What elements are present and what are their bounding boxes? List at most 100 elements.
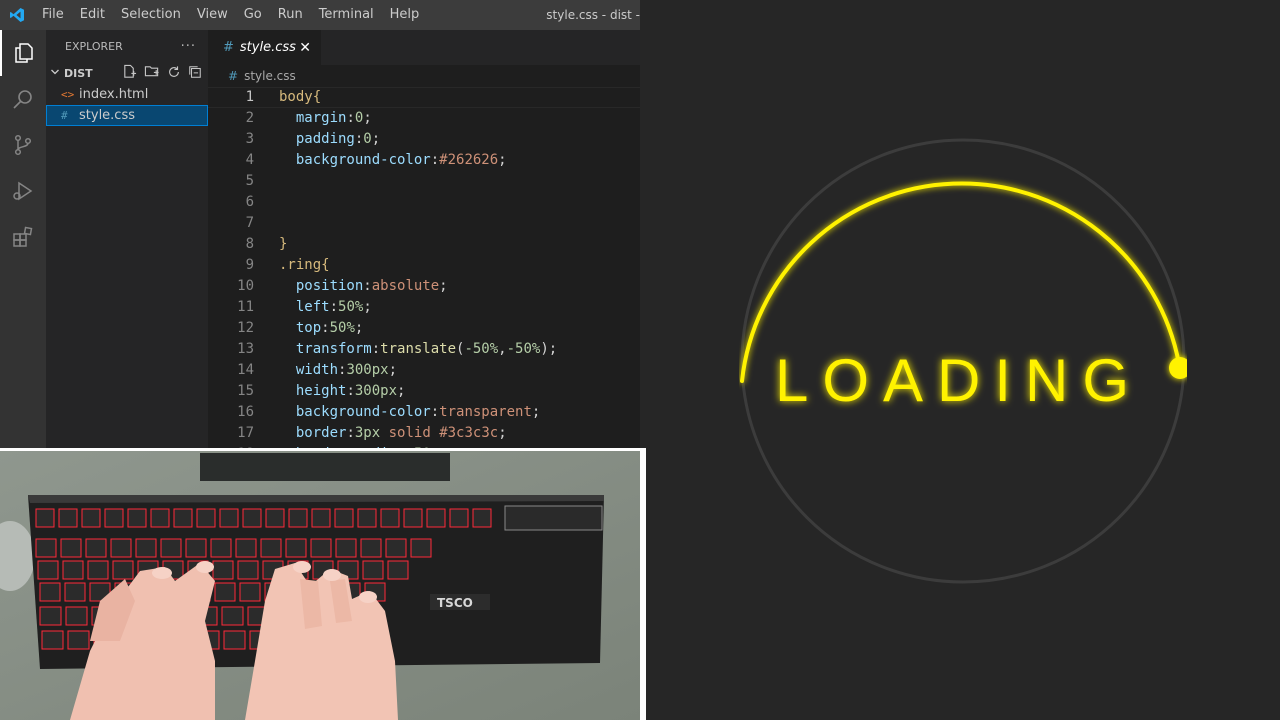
- keyboard-key: [65, 606, 88, 626]
- new-file-icon[interactable]: [122, 64, 137, 82]
- code-line[interactable]: 12 top:50%;: [208, 318, 640, 339]
- line-content: .ring{: [279, 257, 330, 273]
- search-icon[interactable]: [0, 76, 46, 122]
- keyboard-key: [127, 508, 147, 528]
- code-line[interactable]: 16 background-color:transparent;: [208, 402, 640, 423]
- files-icon[interactable]: [0, 30, 46, 76]
- file-index-html[interactable]: <> index.html: [46, 84, 208, 105]
- explorer-header: EXPLORER ···: [46, 30, 208, 62]
- tab-style-css[interactable]: # style.css ✕: [208, 30, 321, 65]
- code-line[interactable]: 2 margin:0;: [208, 108, 640, 129]
- keyboard-key: [135, 538, 157, 558]
- line-number: 10: [237, 278, 254, 294]
- code-line[interactable]: 7: [208, 213, 640, 234]
- code-line[interactable]: 10 position:absolute;: [208, 276, 640, 297]
- keyboard-key: [39, 582, 61, 602]
- keyboard-key: [210, 538, 232, 558]
- breadcrumb-label: style.css: [244, 69, 296, 83]
- editor-area: # style.css ✕ # style.css 1 body{2 margin…: [208, 30, 640, 450]
- close-icon[interactable]: ✕: [299, 40, 311, 56]
- line-content: [254, 192, 279, 213]
- explorer-sidebar: EXPLORER ··· DIST <> index.html # style.…: [46, 30, 208, 450]
- line-content: body{: [279, 89, 322, 105]
- menu-edit[interactable]: Edit: [72, 0, 113, 30]
- line-content: background-color:transparent;: [279, 404, 541, 420]
- collapse-all-icon[interactable]: [188, 65, 202, 82]
- keyboard-key: [37, 560, 59, 580]
- code-line[interactable]: 14 width:300px;: [208, 360, 640, 381]
- breadcrumb[interactable]: # style.css: [208, 65, 640, 87]
- keyboard-key: [110, 538, 132, 558]
- line-number: 11: [237, 299, 254, 315]
- keyboard-key: [85, 538, 107, 558]
- code-line[interactable]: 9 .ring{: [208, 255, 640, 276]
- code-line[interactable]: 13 transform:translate(-50%,-50%);: [208, 339, 640, 360]
- code-line[interactable]: 4 background-color:#262626;: [208, 150, 640, 171]
- run-debug-icon[interactable]: [0, 168, 46, 214]
- loading-preview: LOADING: [646, 0, 1280, 720]
- menu-bar: File Edit Selection View Go Run Terminal…: [34, 0, 427, 30]
- line-content: [254, 171, 279, 192]
- keyboard-key: [380, 508, 400, 528]
- code-line[interactable]: 15 height:300px;: [208, 381, 640, 402]
- menu-help[interactable]: Help: [382, 0, 428, 30]
- line-content: }: [279, 236, 288, 252]
- vscode-logo-icon: [0, 0, 34, 30]
- line-number: 3: [245, 131, 254, 147]
- code-line[interactable]: 6: [208, 192, 640, 213]
- code-line[interactable]: 5: [208, 171, 640, 192]
- keyboard-key: [104, 508, 124, 528]
- line-content: height:300px;: [279, 383, 406, 399]
- activity-bar: [0, 30, 46, 450]
- menu-file[interactable]: File: [34, 0, 72, 30]
- keyboard-key: [387, 560, 409, 580]
- keyboard-key: [81, 508, 101, 528]
- menu-view[interactable]: View: [189, 0, 236, 30]
- code-line[interactable]: 3 padding:0;: [208, 129, 640, 150]
- loading-text: LOADING: [775, 347, 1143, 414]
- keyboard-key: [221, 606, 244, 626]
- menu-go[interactable]: Go: [236, 0, 270, 30]
- keyboard-key: [242, 508, 262, 528]
- code-line[interactable]: 8}: [208, 234, 640, 255]
- refresh-icon[interactable]: [167, 65, 181, 82]
- vscode-window: File Edit Selection View Go Run Terminal…: [0, 0, 640, 450]
- menu-run[interactable]: Run: [270, 0, 311, 30]
- code-line[interactable]: 17 border:3px solid #3c3c3c;: [208, 423, 640, 444]
- more-actions-icon[interactable]: ···: [181, 39, 196, 54]
- line-content: border:3px solid #3c3c3c;: [279, 425, 507, 441]
- keyboard-key: [67, 630, 90, 650]
- line-number: 2: [245, 110, 254, 126]
- keyboard-key: [449, 508, 469, 528]
- extensions-icon[interactable]: [0, 214, 46, 260]
- keyboard-key: [360, 538, 382, 558]
- line-content: top:50%;: [279, 320, 364, 336]
- webcam-overlay: TSCO: [0, 448, 646, 720]
- code-line[interactable]: 11 left:50%;: [208, 297, 640, 318]
- keyboard-key: [223, 630, 246, 650]
- source-control-icon[interactable]: [0, 122, 46, 168]
- menu-terminal[interactable]: Terminal: [311, 0, 382, 30]
- folder-dist[interactable]: DIST: [46, 62, 208, 84]
- title-bar: File Edit Selection View Go Run Terminal…: [0, 0, 640, 30]
- line-number: 14: [237, 362, 254, 378]
- line-number: 16: [237, 404, 254, 420]
- file-style-css[interactable]: # style.css: [46, 105, 208, 126]
- line-number: 17: [237, 425, 254, 441]
- keyboard-key: [335, 538, 357, 558]
- menu-selection[interactable]: Selection: [113, 0, 189, 30]
- keyboard-key: [35, 538, 57, 558]
- new-folder-icon[interactable]: [144, 64, 160, 82]
- css-file-icon: #: [61, 109, 68, 122]
- keyboard-key: [39, 606, 62, 626]
- code-line[interactable]: 1 body{: [208, 87, 640, 108]
- keyboard-key: [60, 538, 82, 558]
- keyboard-key: [58, 508, 78, 528]
- keyboard-key: [35, 508, 55, 528]
- keyboard-key: [239, 582, 261, 602]
- keyboard-key: [310, 538, 332, 558]
- code-editor[interactable]: 1 body{2 margin:0; 3 padding:0; 4 backgroun…: [208, 87, 640, 450]
- keyboard-key: [288, 508, 308, 528]
- line-number: 4: [245, 152, 254, 168]
- file-name: index.html: [79, 87, 149, 102]
